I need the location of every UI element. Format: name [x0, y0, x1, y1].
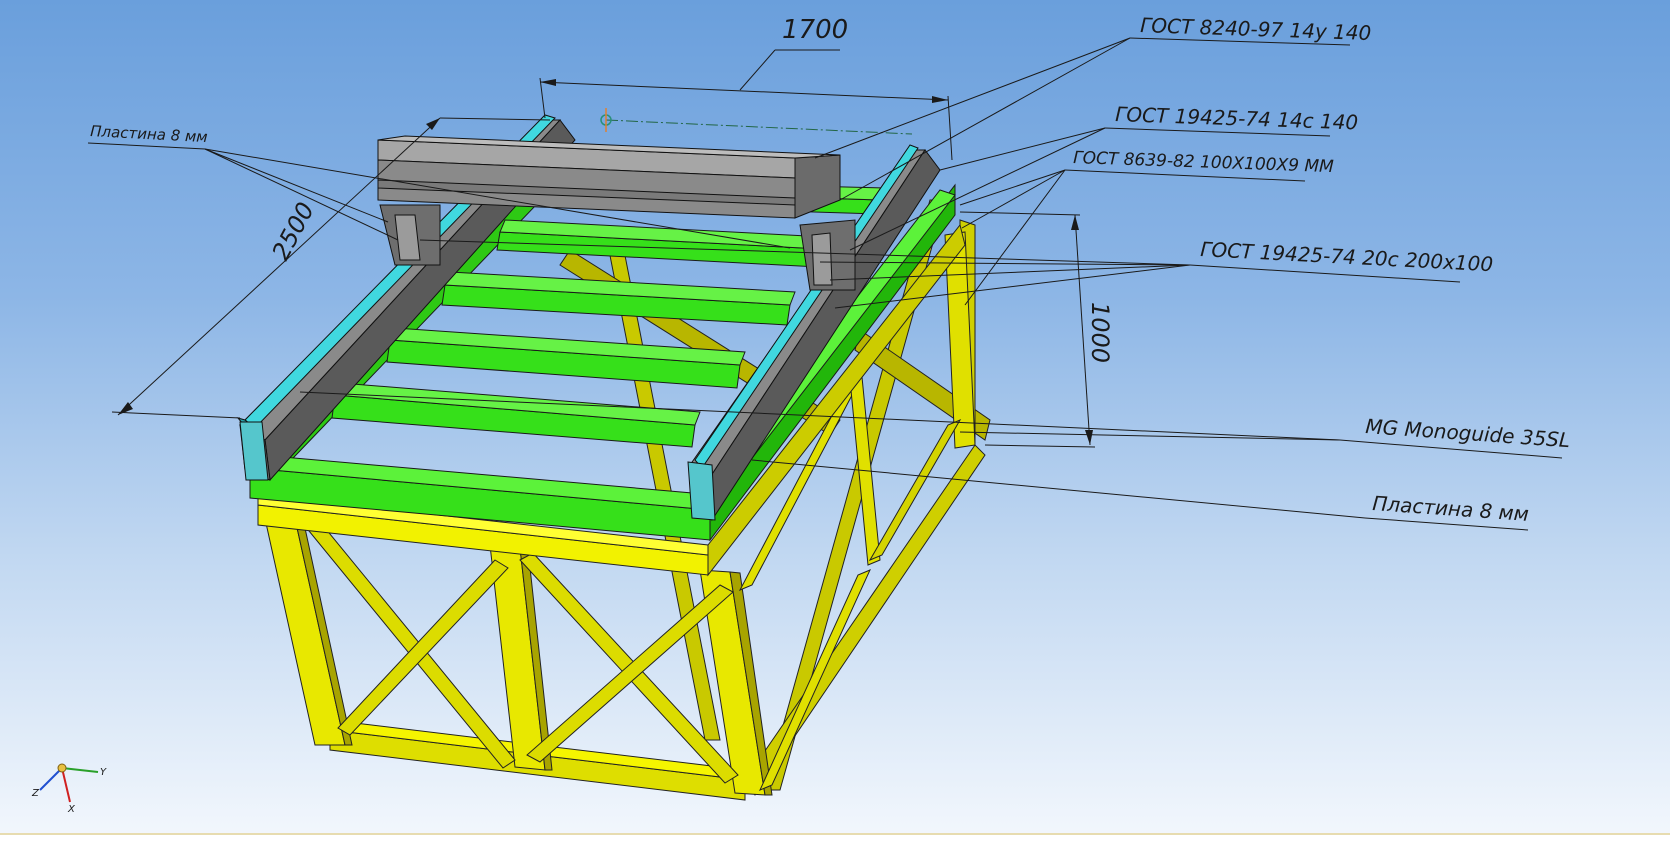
- callout-ibeam-20s: ГОСТ 19425-74 20с 200х100: [1200, 237, 1494, 276]
- triad-x-label: X: [67, 804, 76, 815]
- dim-depth: 2500: [267, 198, 320, 265]
- triad-y-label: Y: [100, 767, 107, 778]
- axis-triad-icon[interactable]: Y X Z: [31, 763, 107, 815]
- cad-model-view[interactable]: 1700 2500 1000 ГОСТ 8240-97 14у 140 ГОСТ…: [0, 0, 1670, 847]
- status-bar: [0, 833, 1670, 847]
- dim-height: 1000: [1086, 302, 1114, 363]
- callout-channel-14u: ГОСТ 8240-97 14у 140: [1140, 13, 1372, 45]
- callout-guide: MG Monoguide 35SL: [1365, 414, 1571, 452]
- triad-z-label: Z: [31, 788, 40, 799]
- dim-width: 1700: [782, 15, 848, 45]
- callout-angle: ГОСТ 8639-82 100X100X9 ММ: [1073, 148, 1335, 177]
- callout-plate-left: Пластина 8 мм: [90, 122, 208, 146]
